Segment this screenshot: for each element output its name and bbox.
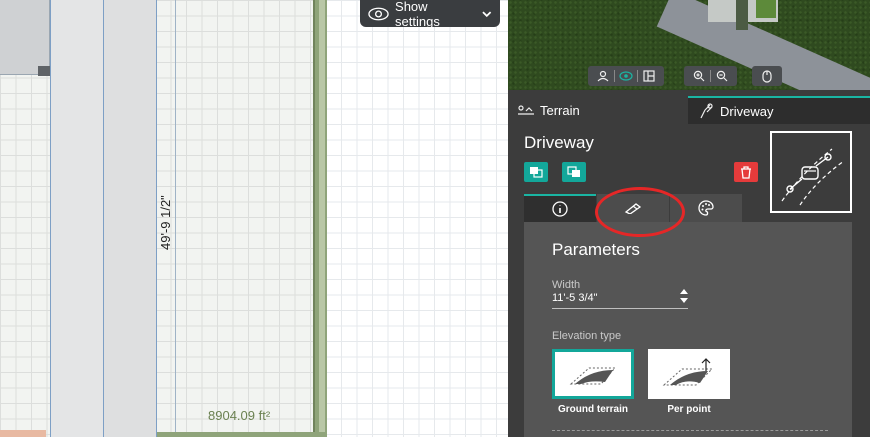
highlight-annotation xyxy=(595,187,685,237)
trash-icon xyxy=(741,165,751,179)
wall-line xyxy=(50,0,51,437)
panel-tabs: Terrain Driveway xyxy=(508,96,870,124)
mouse-group xyxy=(752,66,782,86)
wall-line xyxy=(156,0,157,437)
tab-terrain-label: Terrain xyxy=(540,102,580,118)
eye-view-icon[interactable] xyxy=(615,67,637,85)
adjacent-element[interactable] xyxy=(0,430,46,437)
elevation-option-ground-terrain[interactable] xyxy=(552,349,634,399)
layers-icon[interactable] xyxy=(638,67,660,85)
driveway-thumbnail xyxy=(770,131,852,213)
subtab-info[interactable] xyxy=(524,194,596,222)
palette-icon xyxy=(698,200,714,216)
elevation-option-per-point[interactable] xyxy=(648,349,730,399)
3d-tree xyxy=(756,0,776,18)
width-underline xyxy=(552,308,688,309)
driveway-thumbnail-icon xyxy=(781,148,845,206)
wall-line xyxy=(103,0,104,437)
elevation-type-label: Elevation type xyxy=(552,330,622,342)
parameters-panel: Parameters Width 11'-5 3/4" Elevation ty… xyxy=(524,222,852,437)
ground-terrain-icon xyxy=(569,367,617,385)
dimension-label: 49'-9 1/2" xyxy=(158,195,173,250)
properties-panel: Terrain Driveway Driveway Parameters Wid… xyxy=(508,0,870,437)
driveway-strip[interactable] xyxy=(50,0,103,437)
dimension-label-wrap: 49'-9 1/2" xyxy=(158,195,176,322)
mouse-icon[interactable] xyxy=(756,67,778,85)
elevation-caption-per-point: Per point xyxy=(667,404,711,415)
section-divider xyxy=(552,430,828,431)
send-back-button[interactable] xyxy=(562,162,586,182)
panel-title: Driveway xyxy=(524,133,594,152)
3d-preview[interactable] xyxy=(508,0,870,90)
show-settings-button[interactable]: Show settings xyxy=(360,0,500,29)
zoom-group xyxy=(684,66,737,86)
info-icon xyxy=(552,201,568,217)
3d-building-shadow xyxy=(736,0,748,30)
width-stepper-icon[interactable] xyxy=(679,287,689,305)
show-settings-label: Show settings xyxy=(395,0,440,29)
driveway-strip[interactable] xyxy=(104,0,156,437)
per-point-icon xyxy=(662,358,714,386)
area-label: 8904.09 ft² xyxy=(208,408,271,423)
terrain-icon xyxy=(518,105,534,115)
lot-border-bottom xyxy=(157,432,327,437)
width-label: Width xyxy=(552,279,581,291)
send-back-icon xyxy=(567,166,580,177)
plan-canvas[interactable]: 49'-9 1/2" 8904.09 ft² Show settings xyxy=(0,0,508,437)
view-mode-group xyxy=(588,66,664,86)
bring-front-icon xyxy=(530,167,543,178)
delete-button[interactable] xyxy=(734,162,758,182)
lot-border[interactable] xyxy=(313,0,327,437)
house-footprint[interactable] xyxy=(0,0,50,75)
tab-driveway[interactable]: Driveway xyxy=(688,96,870,124)
eye-icon xyxy=(368,7,389,20)
dimension-line xyxy=(175,0,176,437)
chevron-down-icon xyxy=(482,10,492,17)
parameters-title: Parameters xyxy=(552,240,640,259)
person-view-icon[interactable] xyxy=(592,67,614,85)
driveway-tool-icon xyxy=(700,103,713,119)
elevation-caption-ground-terrain: Ground terrain xyxy=(557,404,628,415)
bring-front-button[interactable] xyxy=(524,162,548,182)
tab-driveway-label: Driveway xyxy=(720,103,774,119)
zoom-out-icon[interactable] xyxy=(711,67,733,85)
house-corner-marker xyxy=(38,66,50,76)
tab-terrain[interactable]: Terrain xyxy=(508,96,688,124)
width-input[interactable]: 11'-5 3/4" xyxy=(552,292,598,304)
zoom-in-icon[interactable] xyxy=(688,67,710,85)
